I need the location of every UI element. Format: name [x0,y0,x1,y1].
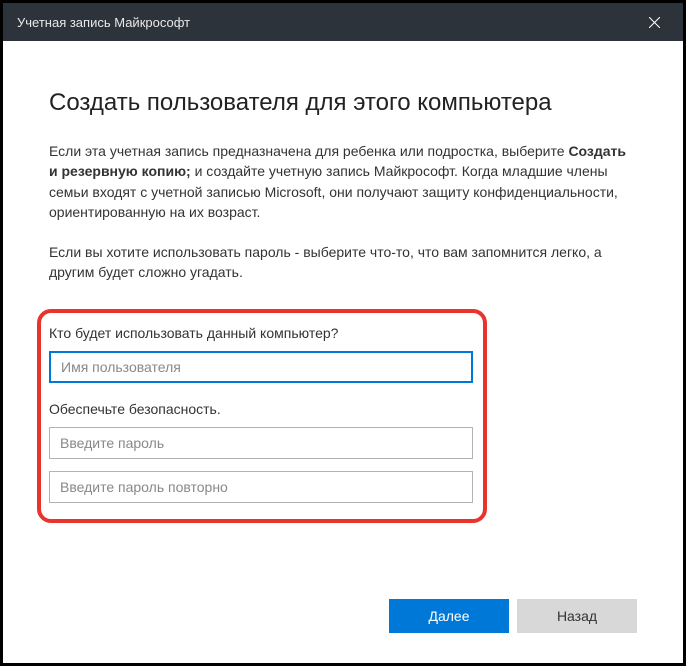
desc1-prefix: Если эта учетная запись предназначена дл… [49,143,568,159]
close-button[interactable] [639,7,669,37]
password-input[interactable] [49,427,473,459]
content-area: Создать пользователя для этого компьютер… [3,41,683,663]
security-question: Обеспечьте безопасность. [49,401,473,417]
close-icon [649,17,660,28]
titlebar: Учетная запись Майкрософт [3,3,683,41]
account-window: Учетная запись Майкрософт Создать пользо… [0,0,686,666]
password-confirm-input[interactable] [49,471,473,503]
next-button[interactable]: Далее [389,599,509,633]
description-paragraph-1: Если эта учетная запись предназначена дл… [49,141,637,222]
back-button[interactable]: Назад [517,599,637,633]
description-paragraph-2: Если вы хотите использовать пароль - выб… [49,242,637,283]
window-title: Учетная запись Майкрософт [17,15,190,30]
button-row: Далее Назад [389,599,637,633]
page-heading: Создать пользователя для этого компьютер… [49,89,637,117]
form-highlight-box: Кто будет использовать данный компьютер?… [37,309,487,523]
username-input[interactable] [49,351,473,383]
username-question: Кто будет использовать данный компьютер? [49,325,473,341]
